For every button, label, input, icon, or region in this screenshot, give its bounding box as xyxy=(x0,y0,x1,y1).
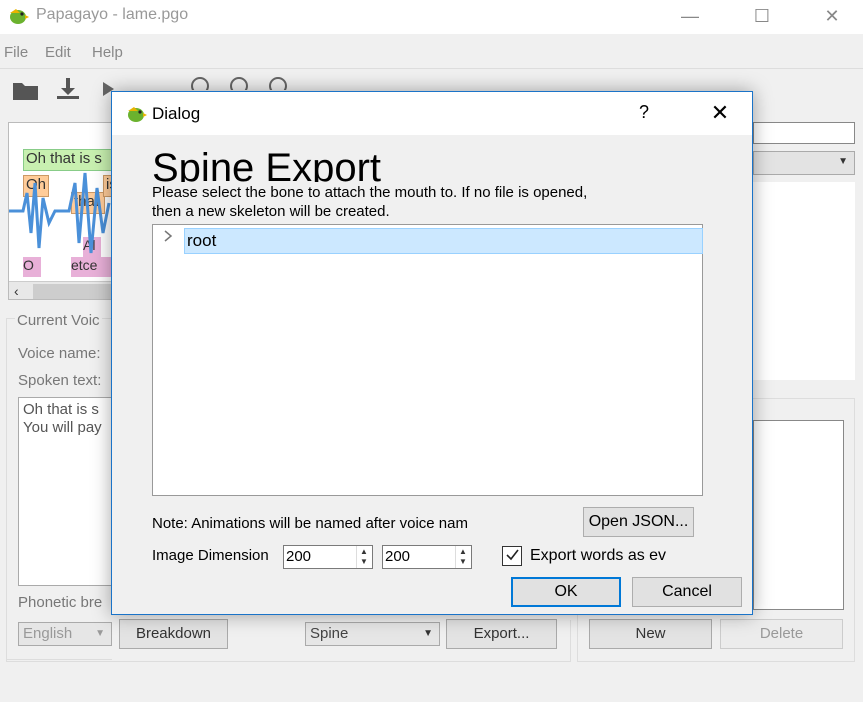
dialog-title: Dialog xyxy=(152,104,201,123)
new-voice-button[interactable]: New xyxy=(589,619,712,649)
save-download-icon[interactable] xyxy=(52,74,84,104)
waveform-view[interactable]: Oh that is s Oh that is Al etce O ‹ xyxy=(8,122,112,300)
right-dropdown[interactable]: ▼ xyxy=(753,151,855,175)
height-value: 200 xyxy=(385,548,411,565)
spin-down-icon[interactable]: ▼ xyxy=(459,557,467,566)
export-words-checkbox[interactable] xyxy=(502,546,522,566)
voices-list[interactable] xyxy=(753,420,844,610)
checkmark-icon xyxy=(506,549,519,561)
chevron-down-icon: ▼ xyxy=(838,156,848,167)
voice-name-label: Voice name: xyxy=(18,345,101,362)
bone-tree[interactable]: root xyxy=(152,224,703,496)
dialog-instructions: Please select the bone to attach the mou… xyxy=(152,184,588,220)
animation-note: Note: Animations will be named after voi… xyxy=(152,515,468,532)
waveform-scrollbar[interactable]: ‹ xyxy=(9,281,111,299)
window-title: Papagayo - lame.pgo xyxy=(36,6,189,23)
open-json-button[interactable]: Open JSON... xyxy=(583,507,694,537)
menu-file[interactable]: File xyxy=(4,44,28,61)
maximize-icon[interactable]: ☐ xyxy=(742,4,782,28)
tree-item-root[interactable]: root xyxy=(184,228,703,254)
parrot-logo-icon xyxy=(124,103,148,125)
spin-up-icon[interactable]: ▲ xyxy=(459,547,467,556)
dialog-heading: Spine Export xyxy=(152,146,382,182)
dialog-close-icon[interactable]: ✕ xyxy=(702,98,738,128)
cancel-button[interactable]: Cancel xyxy=(632,577,742,607)
height-spinbox[interactable]: 200 ▲ ▼ xyxy=(382,545,472,569)
dialog-titlebar: Dialog ? ✕ xyxy=(112,92,752,135)
scroll-left-icon[interactable]: ‹ xyxy=(14,283,19,299)
spine-export-dialog: Dialog ? ✕ Spine Export Please select th… xyxy=(111,91,753,615)
right-list-area xyxy=(753,182,855,380)
waveform-graph xyxy=(9,172,111,254)
toolbar-divider xyxy=(0,68,863,69)
spin-up-icon[interactable]: ▲ xyxy=(360,547,368,556)
menu-help[interactable]: Help xyxy=(92,44,123,61)
help-button[interactable]: ? xyxy=(639,102,649,123)
width-spinbox[interactable]: 200 ▲ ▼ xyxy=(283,545,373,569)
export-words-label: Export words as ev xyxy=(530,547,667,564)
spoken-text-area[interactable]: Oh that is s You will pay xyxy=(18,397,112,586)
spoken-text-label: Spoken text: xyxy=(18,372,102,389)
chevron-right-icon[interactable] xyxy=(162,229,178,245)
bottom-panel-frame xyxy=(6,620,571,662)
menu-edit[interactable]: Edit xyxy=(45,44,71,61)
window-close-icon[interactable]: ✕ xyxy=(812,4,852,28)
current-voice-label: Current Voic xyxy=(15,312,102,329)
image-dimension-label: Image Dimension xyxy=(152,547,269,564)
delete-voice-button[interactable]: Delete xyxy=(720,619,843,649)
spin-down-icon[interactable]: ▼ xyxy=(360,557,368,566)
right-text-field[interactable] xyxy=(753,122,855,144)
minimize-icon[interactable]: — xyxy=(670,4,710,28)
ok-button[interactable]: OK xyxy=(511,577,621,607)
width-value: 200 xyxy=(286,548,312,565)
parrot-logo-icon xyxy=(6,5,30,27)
app-titlebar: Papagayo - lame.pgo — ☐ ✕ xyxy=(0,0,863,34)
open-folder-icon[interactable] xyxy=(10,74,42,104)
phonetic-breakdown-label: Phonetic bre xyxy=(18,594,103,611)
